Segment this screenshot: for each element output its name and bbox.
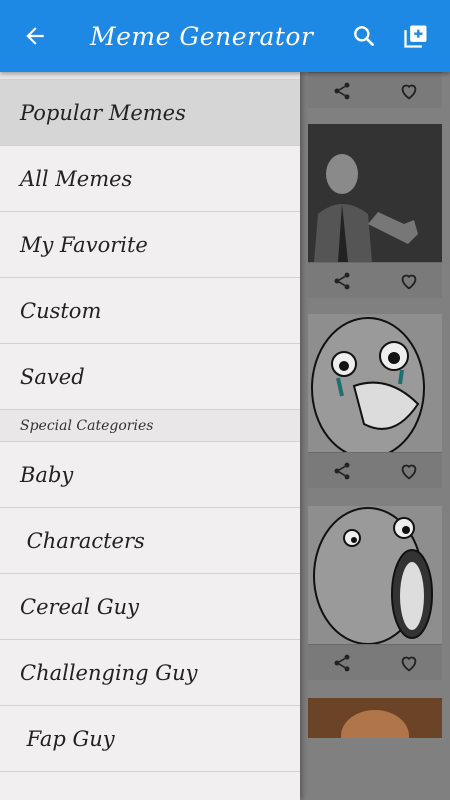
drawer-item-label: Custom <box>20 298 102 323</box>
navigation-drawer: Popular Memes All Memes My Favorite Cust… <box>0 72 300 800</box>
share-button[interactable] <box>326 75 358 107</box>
meme-thumbnail <box>308 506 442 645</box>
add-box-icon <box>404 25 427 48</box>
heart-outline-icon <box>401 84 416 99</box>
heart-outline-icon <box>401 656 416 671</box>
meme-card[interactable] <box>308 314 442 488</box>
drawer-item-all-memes[interactable]: All Memes <box>0 146 300 212</box>
meme-thumbnail <box>308 124 442 262</box>
drawer-item-label: My Favorite <box>20 232 148 257</box>
drawer-item-label: Challenging Guy <box>20 660 198 685</box>
meme-image <box>308 698 442 762</box>
back-arrow-icon <box>26 27 44 45</box>
drawer-header-edge <box>0 72 300 80</box>
drawer-item-label: All Memes <box>20 166 133 191</box>
card-actions <box>308 644 442 680</box>
drawer-item-fap-guy[interactable]: Fap Guy <box>0 706 300 772</box>
meme-image <box>308 124 442 262</box>
share-icon <box>334 272 349 289</box>
meme-thumbnail <box>308 314 442 459</box>
search-button[interactable] <box>338 0 390 72</box>
favorite-button[interactable] <box>393 75 425 107</box>
drawer-item-saved[interactable]: Saved <box>0 344 300 410</box>
drawer-item-label: Fap Guy <box>20 726 115 751</box>
share-icon <box>334 462 349 479</box>
card-actions <box>308 72 442 108</box>
heart-outline-icon <box>401 464 416 479</box>
share-icon <box>334 82 349 99</box>
drawer-item-baby[interactable]: Baby <box>0 442 300 508</box>
drawer-item-challenging-guy[interactable]: Challenging Guy <box>0 640 300 706</box>
drawer-item-characters[interactable]: Characters <box>0 508 300 574</box>
drawer-item-my-favorite[interactable]: My Favorite <box>0 212 300 278</box>
drawer-item-label: Baby <box>20 462 74 487</box>
drawer-item-label: Saved <box>20 364 85 389</box>
app-title: Meme Generator <box>90 21 314 51</box>
meme-thumbnail <box>308 698 442 762</box>
card-actions <box>308 452 442 488</box>
meme-card[interactable] <box>308 506 442 680</box>
drawer-item-custom[interactable]: Custom <box>0 278 300 344</box>
share-button[interactable] <box>326 265 358 297</box>
drawer-item-popular-memes[interactable]: Popular Memes <box>0 80 300 146</box>
meme-card[interactable] <box>308 72 442 108</box>
search-icon <box>354 26 374 46</box>
meme-grid <box>300 72 450 800</box>
back-button[interactable] <box>0 0 70 72</box>
meme-image <box>308 506 442 645</box>
favorite-button[interactable] <box>393 647 425 679</box>
drawer-item-cereal-guy[interactable]: Cereal Guy <box>0 574 300 640</box>
share-icon <box>334 654 349 671</box>
favorite-button[interactable] <box>393 455 425 487</box>
share-button[interactable] <box>326 647 358 679</box>
section-header-special-categories: Special Categories <box>0 410 300 442</box>
favorite-button[interactable] <box>393 265 425 297</box>
drawer-item-label: Cereal Guy <box>20 594 140 619</box>
meme-image <box>308 314 442 459</box>
app-bar: Meme Generator <box>0 0 450 72</box>
share-button[interactable] <box>326 455 358 487</box>
meme-card[interactable] <box>308 698 442 762</box>
drawer-item-label: Popular Memes <box>20 100 186 125</box>
add-meme-button[interactable] <box>390 0 442 72</box>
meme-card[interactable] <box>308 124 442 298</box>
section-title: Special Categories <box>20 417 154 434</box>
heart-outline-icon <box>401 274 416 289</box>
drawer-item-label: Characters <box>20 528 145 553</box>
card-actions <box>308 262 442 298</box>
